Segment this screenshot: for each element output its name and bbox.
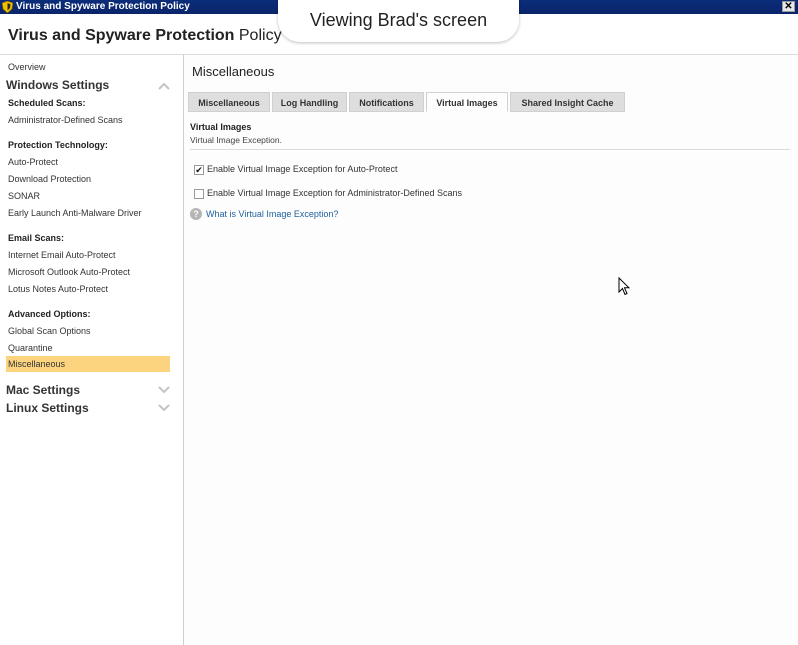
panel-heading: Miscellaneous: [192, 64, 275, 79]
auto-protect-exception-checkbox[interactable]: ✔: [194, 165, 204, 175]
sidebar-section-linux[interactable]: Linux Settings: [6, 401, 89, 415]
screen-share-banner: Viewing Brad's screen: [278, 0, 519, 42]
sidebar-item-global-scan[interactable]: Global Scan Options: [8, 326, 91, 336]
sidebar-item-download-protection[interactable]: Download Protection: [8, 174, 91, 184]
sidebar-item-auto-protect[interactable]: Auto-Protect: [8, 157, 58, 167]
sidebar-item-outlook[interactable]: Microsoft Outlook Auto-Protect: [8, 267, 130, 277]
sidebar-item-sonar[interactable]: SONAR: [8, 191, 40, 201]
sidebar-item-internet-email[interactable]: Internet Email Auto-Protect: [8, 250, 116, 260]
sidebar-section-mac[interactable]: Mac Settings: [6, 383, 80, 397]
help-icon[interactable]: ?: [190, 208, 202, 220]
checkmark-icon: ✔: [195, 165, 203, 175]
sidebar: Overview Windows Settings Scheduled Scan…: [0, 55, 184, 645]
sidebar-heading-scheduled-scans: Scheduled Scans:: [8, 98, 86, 108]
sidebar-item-elam[interactable]: Early Launch Anti-Malware Driver: [8, 208, 142, 218]
divider: [190, 149, 790, 150]
sidebar-item-overview[interactable]: Overview: [8, 62, 46, 72]
sidebar-item-miscellaneous[interactable]: Miscellaneous: [6, 356, 170, 372]
sidebar-item-quarantine[interactable]: Quarantine: [8, 343, 53, 353]
sidebar-section-windows[interactable]: Windows Settings: [6, 78, 109, 92]
section-description: Virtual Image Exception.: [190, 135, 282, 145]
chevron-down-icon[interactable]: [158, 404, 170, 412]
sidebar-item-lotus[interactable]: Lotus Notes Auto-Protect: [8, 284, 108, 294]
tab-virtual-images[interactable]: Virtual Images: [426, 92, 508, 112]
sidebar-item-admin-scans[interactable]: Administrator-Defined Scans: [8, 115, 123, 125]
mouse-cursor-icon: [618, 277, 630, 296]
chevron-up-icon[interactable]: [158, 82, 170, 90]
sidebar-heading-protection: Protection Technology:: [8, 140, 108, 150]
auto-protect-exception-label[interactable]: Enable Virtual Image Exception for Auto-…: [207, 164, 397, 174]
shield-icon: [2, 1, 13, 13]
main-panel: Miscellaneous Miscellaneous Log Handling…: [184, 55, 798, 645]
close-icon: ✕: [784, 1, 793, 12]
section-title: Virtual Images: [190, 122, 252, 132]
page-title: Virus and Spyware Protection Policy: [8, 27, 282, 45]
tab-shared-insight-cache[interactable]: Shared Insight Cache: [510, 92, 625, 112]
admin-scans-exception-label[interactable]: Enable Virtual Image Exception for Admin…: [207, 188, 462, 198]
page-title-rest: Policy: [234, 27, 282, 44]
page-title-bold: Virus and Spyware Protection: [8, 27, 235, 44]
tab-notifications[interactable]: Notifications: [349, 92, 424, 112]
help-link[interactable]: What is Virtual Image Exception?: [206, 209, 338, 219]
tab-miscellaneous[interactable]: Miscellaneous: [188, 92, 270, 112]
close-button[interactable]: ✕: [782, 1, 795, 12]
sidebar-heading-advanced: Advanced Options:: [8, 309, 91, 319]
chevron-down-icon[interactable]: [158, 386, 170, 394]
sidebar-heading-email-scans: Email Scans:: [8, 233, 65, 243]
admin-scans-exception-checkbox[interactable]: [194, 189, 204, 199]
window-title: Virus and Spyware Protection Policy: [16, 1, 190, 12]
tab-log-handling[interactable]: Log Handling: [272, 92, 347, 112]
